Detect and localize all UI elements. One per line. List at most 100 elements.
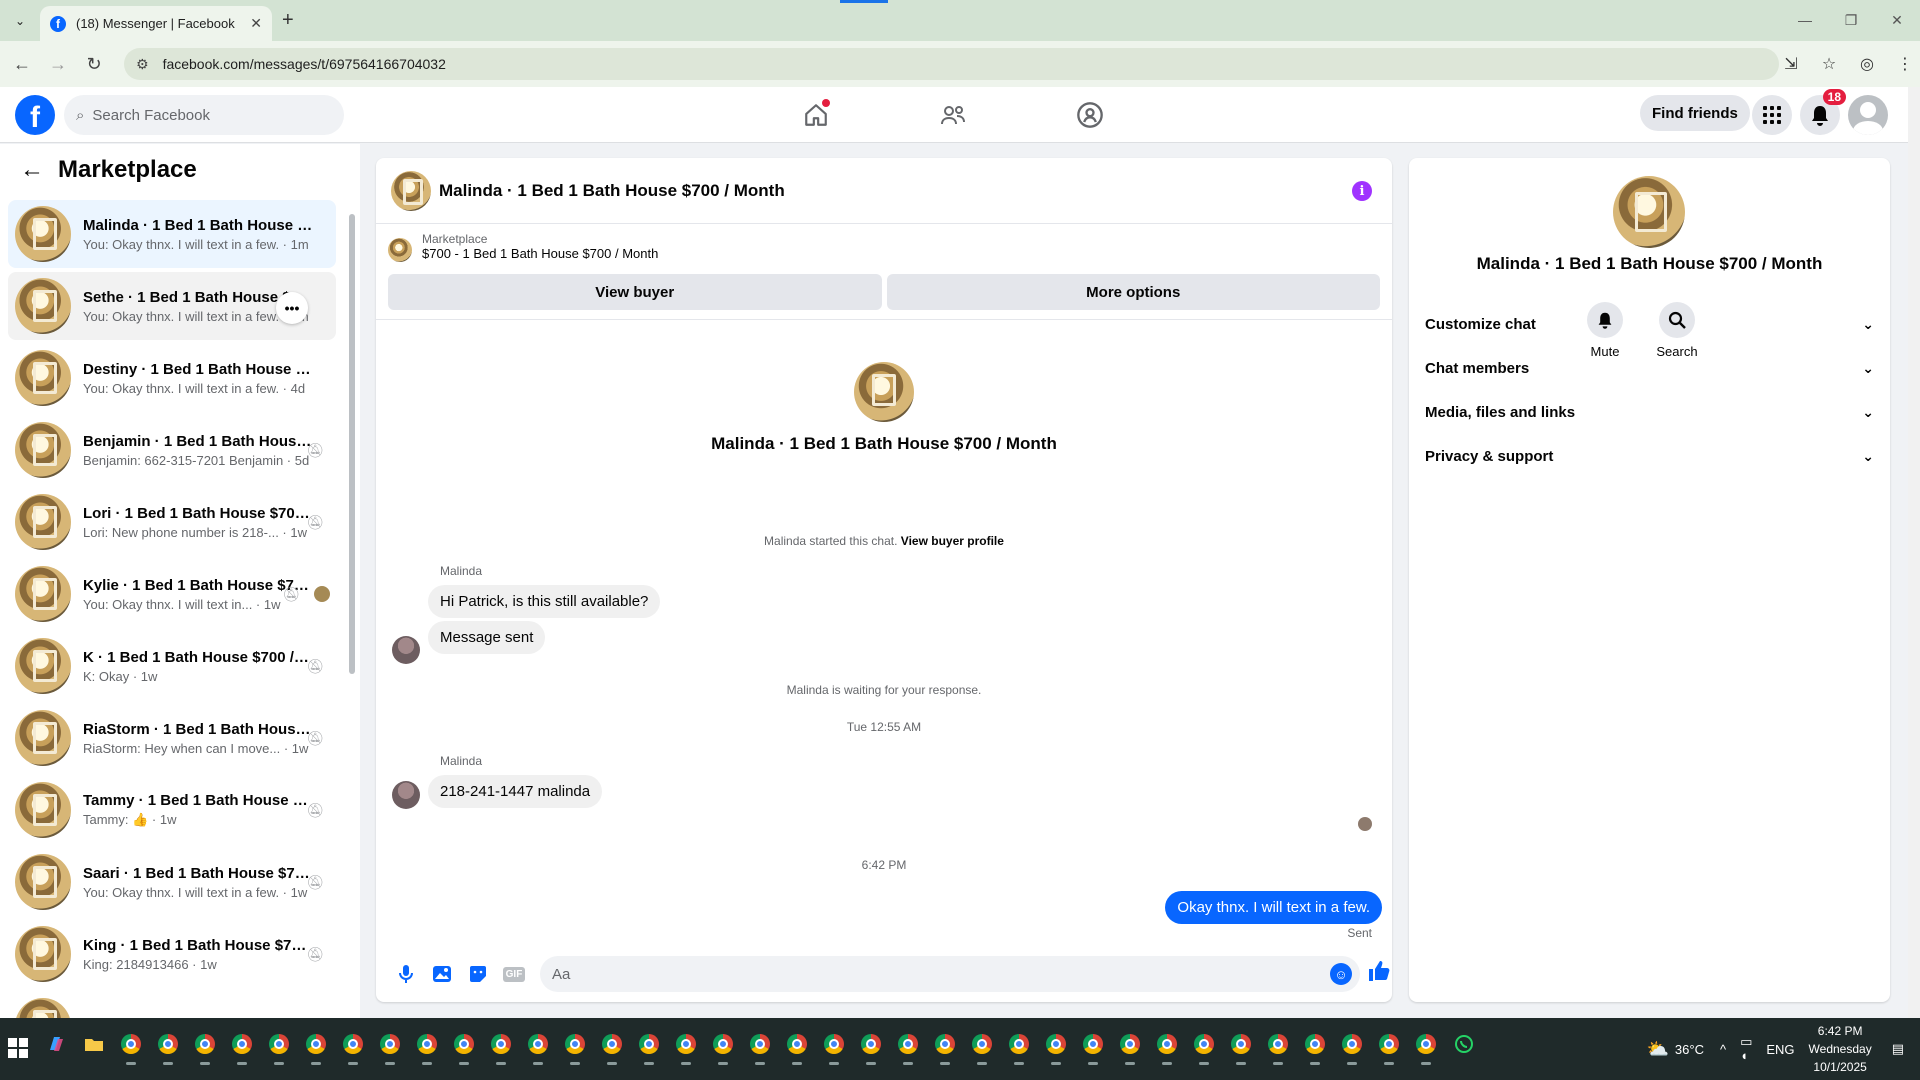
chrome-taskbar-icon[interactable]: [968, 1030, 996, 1058]
conversation-item[interactable]: King · 1 Bed 1 Bath House $700 / Month Ki…: [8, 920, 336, 988]
view-buyer-profile-link[interactable]: View buyer profile: [901, 534, 1004, 548]
back-arrow-icon[interactable]: ←: [20, 156, 44, 184]
browser-tab[interactable]: f (18) Messenger | Facebook ✕: [40, 6, 272, 41]
conversation-item[interactable]: Benjamin · 1 Bed 1 Bath House $700 / Mon…: [8, 416, 336, 484]
sticker-icon[interactable]: [460, 956, 496, 992]
gif-icon[interactable]: GIF: [496, 956, 532, 992]
chrome-taskbar-icon[interactable]: [228, 1030, 256, 1058]
chrome-taskbar-icon[interactable]: [302, 1030, 330, 1058]
customize-chat-section[interactable]: Customize chat ⌄: [1417, 302, 1882, 346]
conversation-item[interactable]: Brittney · 1 Bed 1 Bath House $700 / Mon…: [8, 992, 336, 1018]
info-icon[interactable]: i: [1352, 181, 1372, 201]
conversation-item[interactable]: Malinda · 1 Bed 1 Bath House $700 / Mont…: [8, 200, 336, 268]
chrome-taskbar-icon[interactable]: [1190, 1030, 1218, 1058]
profile-icon[interactable]: ◎: [1852, 49, 1882, 79]
chat-members-section[interactable]: Chat members ⌄: [1417, 346, 1882, 390]
outgoing-message-bubble[interactable]: Okay thnx. I will text in a few.: [1165, 891, 1382, 924]
chrome-taskbar-icon[interactable]: [1042, 1030, 1070, 1058]
chat-avatar[interactable]: [391, 170, 431, 211]
clock[interactable]: 6:42 PM Wednesday 10/1/2025: [1809, 1022, 1872, 1076]
chrome-taskbar-icon[interactable]: [561, 1030, 589, 1058]
back-arrow-icon[interactable]: ←: [8, 50, 36, 78]
chrome-taskbar-icon[interactable]: [450, 1030, 478, 1058]
conversation-item[interactable]: K · 1 Bed 1 Bath House $700 / Month K: Ok…: [8, 632, 336, 700]
tab-search-button[interactable]: ⌄: [8, 9, 32, 33]
chrome-taskbar-icon[interactable]: [672, 1030, 700, 1058]
notification-center-icon[interactable]: ▤: [1892, 1041, 1904, 1057]
groups-nav-icon[interactable]: [1072, 97, 1108, 133]
copilot-icon[interactable]: [42, 1030, 70, 1058]
chrome-taskbar-icon[interactable]: [376, 1030, 404, 1058]
view-buyer-button[interactable]: View buyer: [388, 274, 882, 310]
menu-grid-icon[interactable]: [1752, 95, 1792, 135]
message-input[interactable]: [552, 965, 1312, 983]
emoji-icon[interactable]: ☺: [1330, 963, 1352, 985]
photo-icon[interactable]: [424, 956, 460, 992]
conversation-item[interactable]: Sethe · 1 Bed 1 Bath House $700 / MonthY…: [8, 272, 336, 340]
network-icon[interactable]: ▭ ◖: [1740, 1035, 1752, 1063]
chrome-taskbar-icon[interactable]: [117, 1030, 145, 1058]
restore-icon[interactable]: ❐: [1828, 0, 1874, 40]
chrome-taskbar-icon[interactable]: [709, 1030, 737, 1058]
chrome-taskbar-icon[interactable]: [598, 1030, 626, 1058]
conversation-item[interactable]: Saari · 1 Bed 1 Bath House $700 / Month Y…: [8, 848, 336, 916]
sender-avatar[interactable]: [392, 636, 420, 664]
media-files-links-section[interactable]: Media, files and links ⌄: [1417, 390, 1882, 434]
chrome-taskbar-icon[interactable]: [931, 1030, 959, 1058]
minimize-icon[interactable]: —: [1782, 0, 1828, 40]
more-options-button[interactable]: More options: [886, 274, 1380, 310]
language-indicator[interactable]: ENG: [1766, 1042, 1794, 1057]
message-bubble[interactable]: Message sent: [428, 621, 546, 654]
facebook-search[interactable]: ⌕: [64, 95, 344, 135]
conversation-item[interactable]: Destiny · 1 Bed 1 Bath House $700 / Mont…: [8, 344, 336, 412]
close-tab-icon[interactable]: ✕: [250, 15, 262, 32]
chrome-taskbar-icon[interactable]: [1116, 1030, 1144, 1058]
listing-text[interactable]: $700 - 1 Bed 1 Bath House $700 / Month: [422, 246, 658, 261]
chrome-taskbar-icon[interactable]: [820, 1030, 848, 1058]
home-nav-icon[interactable]: [798, 97, 834, 133]
chrome-taskbar-icon[interactable]: [1338, 1030, 1366, 1058]
chrome-taskbar-icon[interactable]: [1079, 1030, 1107, 1058]
chrome-taskbar-icon[interactable]: [1153, 1030, 1181, 1058]
find-friends-button[interactable]: Find friends: [1640, 95, 1750, 131]
bookmark-star-icon[interactable]: ☆: [1814, 49, 1844, 79]
thumbs-up-icon[interactable]: [1368, 960, 1390, 988]
chrome-taskbar-icon[interactable]: [265, 1030, 293, 1058]
whatsapp-icon[interactable]: [1450, 1030, 1478, 1058]
chrome-taskbar-icon[interactable]: [1264, 1030, 1292, 1058]
chevron-up-icon[interactable]: ^: [1720, 1042, 1726, 1057]
facebook-logo-icon[interactable]: f: [15, 95, 55, 135]
intro-avatar[interactable]: [854, 362, 914, 422]
chrome-taskbar-icon[interactable]: [524, 1030, 552, 1058]
new-tab-button[interactable]: +: [282, 9, 294, 32]
reload-icon[interactable]: ↻: [80, 50, 108, 78]
windows-start-icon[interactable]: [8, 1038, 28, 1058]
chat-title[interactable]: Malinda · 1 Bed 1 Bath House $700 / Mont…: [439, 181, 785, 201]
info-avatar[interactable]: [1613, 176, 1685, 248]
notifications-bell-icon[interactable]: 18: [1800, 89, 1846, 135]
microphone-icon[interactable]: [388, 956, 424, 992]
chrome-taskbar-icon[interactable]: [1375, 1030, 1403, 1058]
chrome-taskbar-icon[interactable]: [1005, 1030, 1033, 1058]
chrome-taskbar-icon[interactable]: [894, 1030, 922, 1058]
weather-icon[interactable]: ⛅: [1647, 1039, 1669, 1060]
chrome-taskbar-icon[interactable]: [746, 1030, 774, 1058]
conversation-item[interactable]: RiaStorm · 1 Bed 1 Bath House $700 / Mon…: [8, 704, 336, 772]
conversation-item[interactable]: Tammy · 1 Bed 1 Bath House $700 / Month T…: [8, 776, 336, 844]
chrome-taskbar-icon[interactable]: [1227, 1030, 1255, 1058]
more-options-icon[interactable]: •••: [276, 292, 308, 324]
chrome-taskbar-icon[interactable]: [635, 1030, 663, 1058]
chrome-taskbar-icon[interactable]: [1301, 1030, 1329, 1058]
close-window-icon[interactable]: ✕: [1874, 0, 1920, 40]
chrome-taskbar-icon[interactable]: [857, 1030, 885, 1058]
sidebar-scrollbar[interactable]: [348, 196, 356, 1018]
file-explorer-icon[interactable]: [80, 1030, 108, 1058]
chrome-taskbar-icon[interactable]: [413, 1030, 441, 1058]
message-bubble[interactable]: 218-241-1447 malinda: [428, 775, 603, 808]
address-bar[interactable]: ⚙ facebook.com/messages/t/69756416670403…: [124, 48, 1779, 80]
friends-nav-icon[interactable]: [935, 97, 971, 133]
privacy-support-section[interactable]: Privacy & support ⌄: [1417, 434, 1882, 478]
forward-arrow-icon[interactable]: →: [44, 50, 72, 78]
page-scrollbar[interactable]: [1908, 87, 1920, 1018]
chrome-taskbar-icon[interactable]: [1412, 1030, 1440, 1058]
